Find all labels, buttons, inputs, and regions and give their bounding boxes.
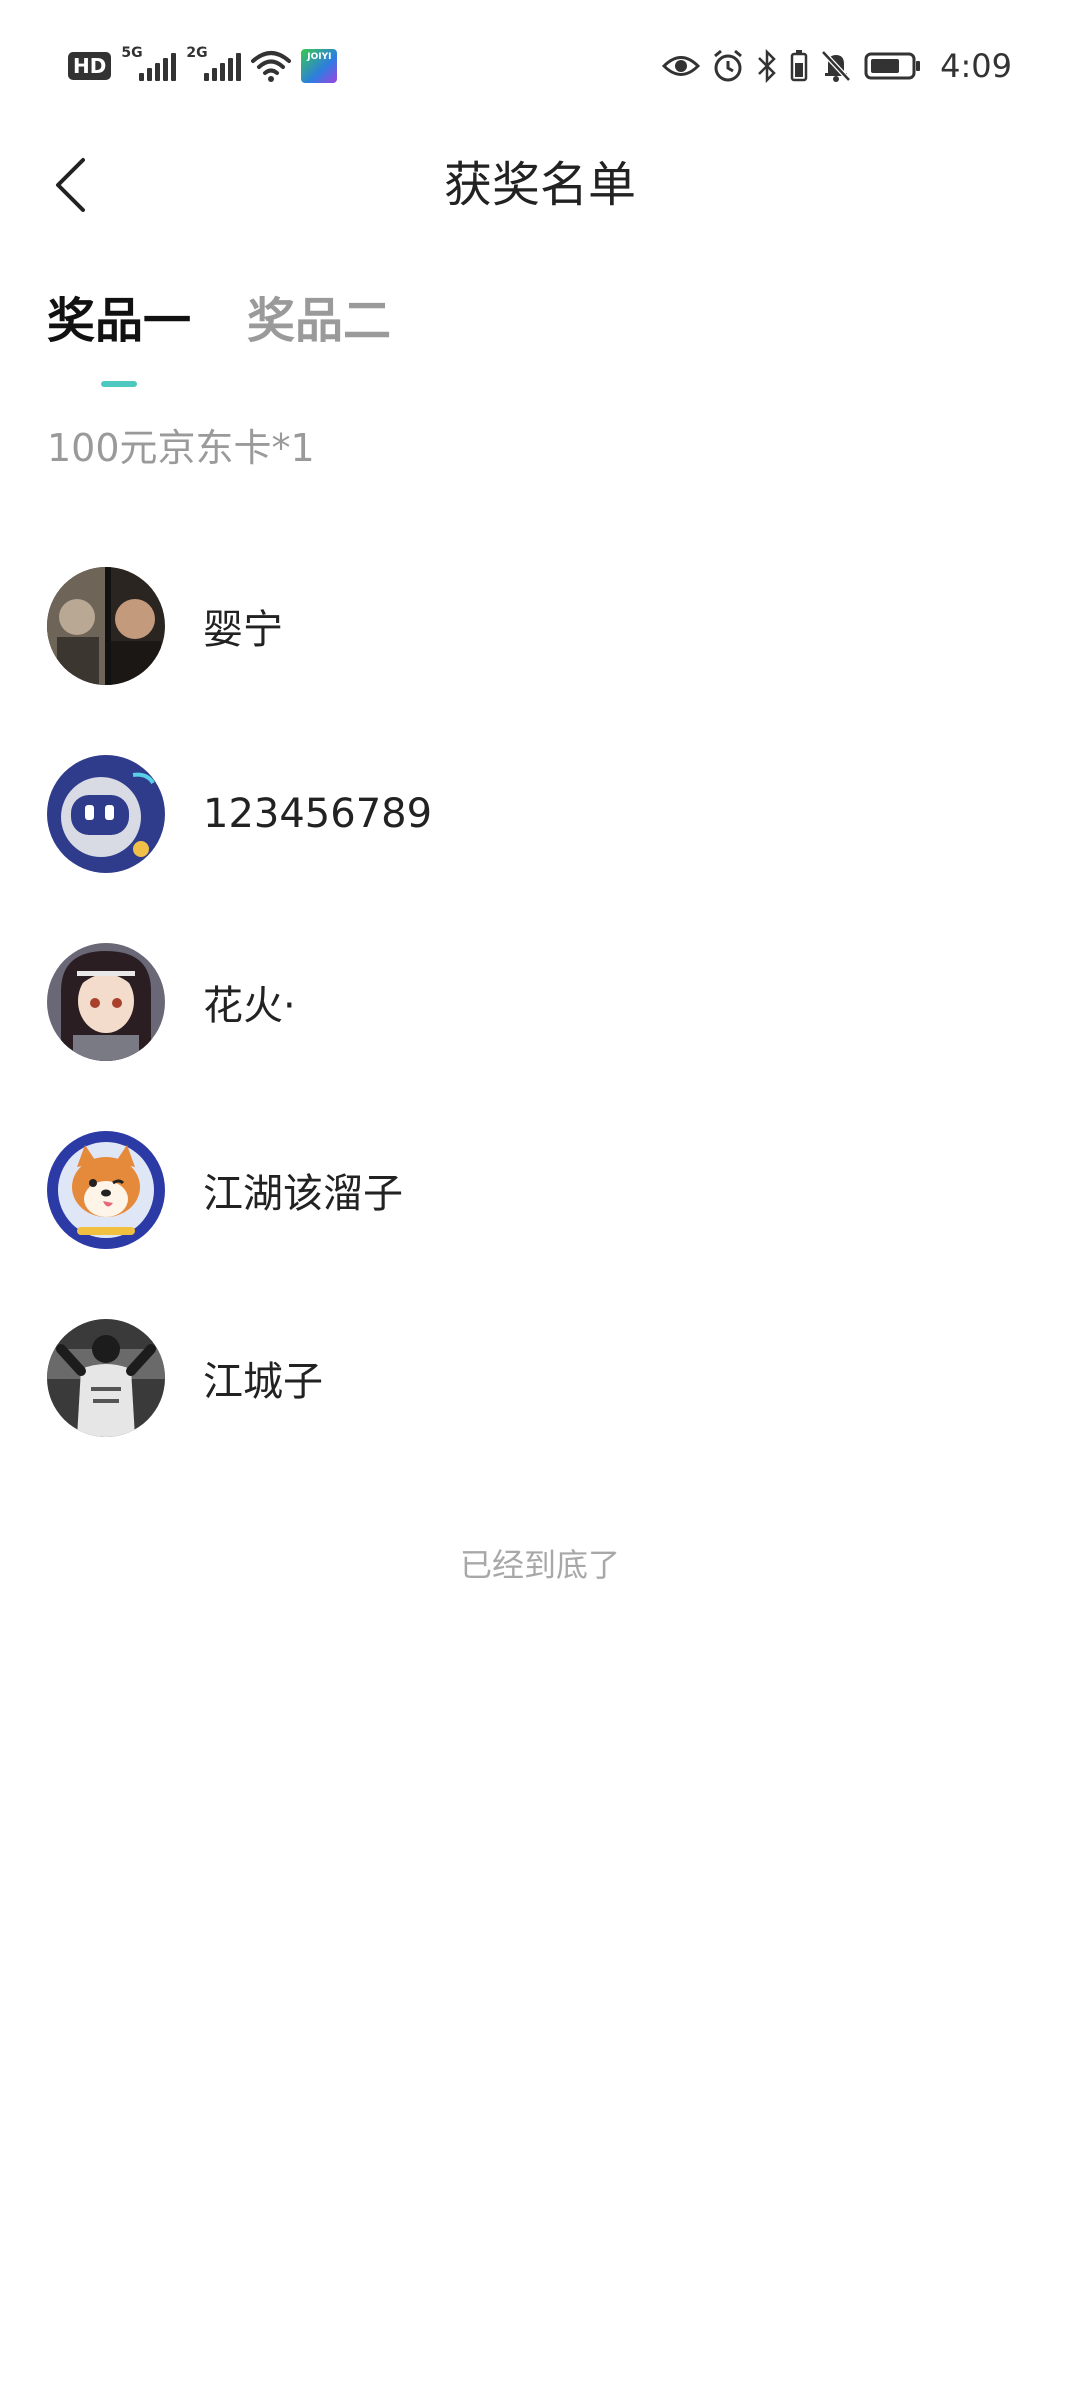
mute-bell-icon xyxy=(821,50,851,82)
nav-header: 获奖名单 xyxy=(0,130,1080,240)
battery-saver-icon xyxy=(790,50,808,82)
avatar xyxy=(47,943,165,1061)
hd-icon: HD xyxy=(68,52,112,80)
avatar xyxy=(47,1131,165,1249)
eye-icon xyxy=(662,56,701,76)
signal-sim2-icon: 2G xyxy=(186,45,242,81)
movie-still-avatar-icon xyxy=(47,567,165,685)
status-left-group: HD 5G 2G JOIYI xyxy=(68,44,338,88)
prize-tabs: 奖品一 奖品二 xyxy=(47,283,391,387)
status-time: 4:09 xyxy=(940,47,1012,85)
tab-prize-two[interactable]: 奖品二 xyxy=(247,283,391,359)
avatar xyxy=(47,1319,165,1437)
sim1-network-label: 5G xyxy=(121,45,143,61)
winner-name: 123456789 xyxy=(203,791,433,837)
winner-name: 江湖该溜子 xyxy=(203,1171,403,1217)
bw-person-avatar-icon xyxy=(47,1319,165,1437)
list-item[interactable]: 江城子 xyxy=(0,1284,1080,1472)
status-right-group: 4:09 xyxy=(662,44,1012,88)
shiba-dog-avatar-icon xyxy=(47,1131,165,1249)
tab-label: 奖品二 xyxy=(247,293,392,349)
winner-name: 花火· xyxy=(203,983,296,1029)
winner-name: 婴宁 xyxy=(203,607,283,653)
app-notification-icon: JOIYI xyxy=(301,49,338,83)
list-item[interactable]: 花火· xyxy=(0,908,1080,1096)
robot-avatar-icon xyxy=(47,755,165,873)
battery-icon xyxy=(864,52,921,80)
end-of-list-text: 已经到底了 xyxy=(459,1546,620,1584)
active-tab-indicator xyxy=(101,381,137,387)
sim2-network-label: 2G xyxy=(186,45,208,61)
tab-prize-one[interactable]: 奖品一 xyxy=(47,283,192,387)
page: HD 5G 2G JOIYI 4:09 获奖名单 奖品一 奖品二 100元京东卡… xyxy=(0,0,1080,2387)
signal-sim1-icon: 5G xyxy=(121,45,177,81)
status-bar: HD 5G 2G JOIYI 4:09 xyxy=(0,0,1080,130)
prize-description: 100元京东卡*1 xyxy=(47,426,315,470)
winner-list: 婴宁 123456789 花火· 江湖该溜子 江城子 xyxy=(0,532,1080,1472)
page-title: 获奖名单 xyxy=(443,157,636,213)
bluetooth-icon xyxy=(758,49,776,83)
list-item[interactable]: 123456789 xyxy=(0,720,1080,908)
avatar xyxy=(47,755,165,873)
anime-girl-avatar-icon xyxy=(47,943,165,1061)
avatar xyxy=(47,567,165,685)
alarm-icon xyxy=(714,49,743,82)
list-item[interactable]: 江湖该溜子 xyxy=(0,1096,1080,1284)
tab-label: 奖品一 xyxy=(47,293,192,349)
wifi-icon xyxy=(251,51,292,82)
winner-name: 江城子 xyxy=(203,1359,323,1405)
list-item[interactable]: 婴宁 xyxy=(0,532,1080,720)
